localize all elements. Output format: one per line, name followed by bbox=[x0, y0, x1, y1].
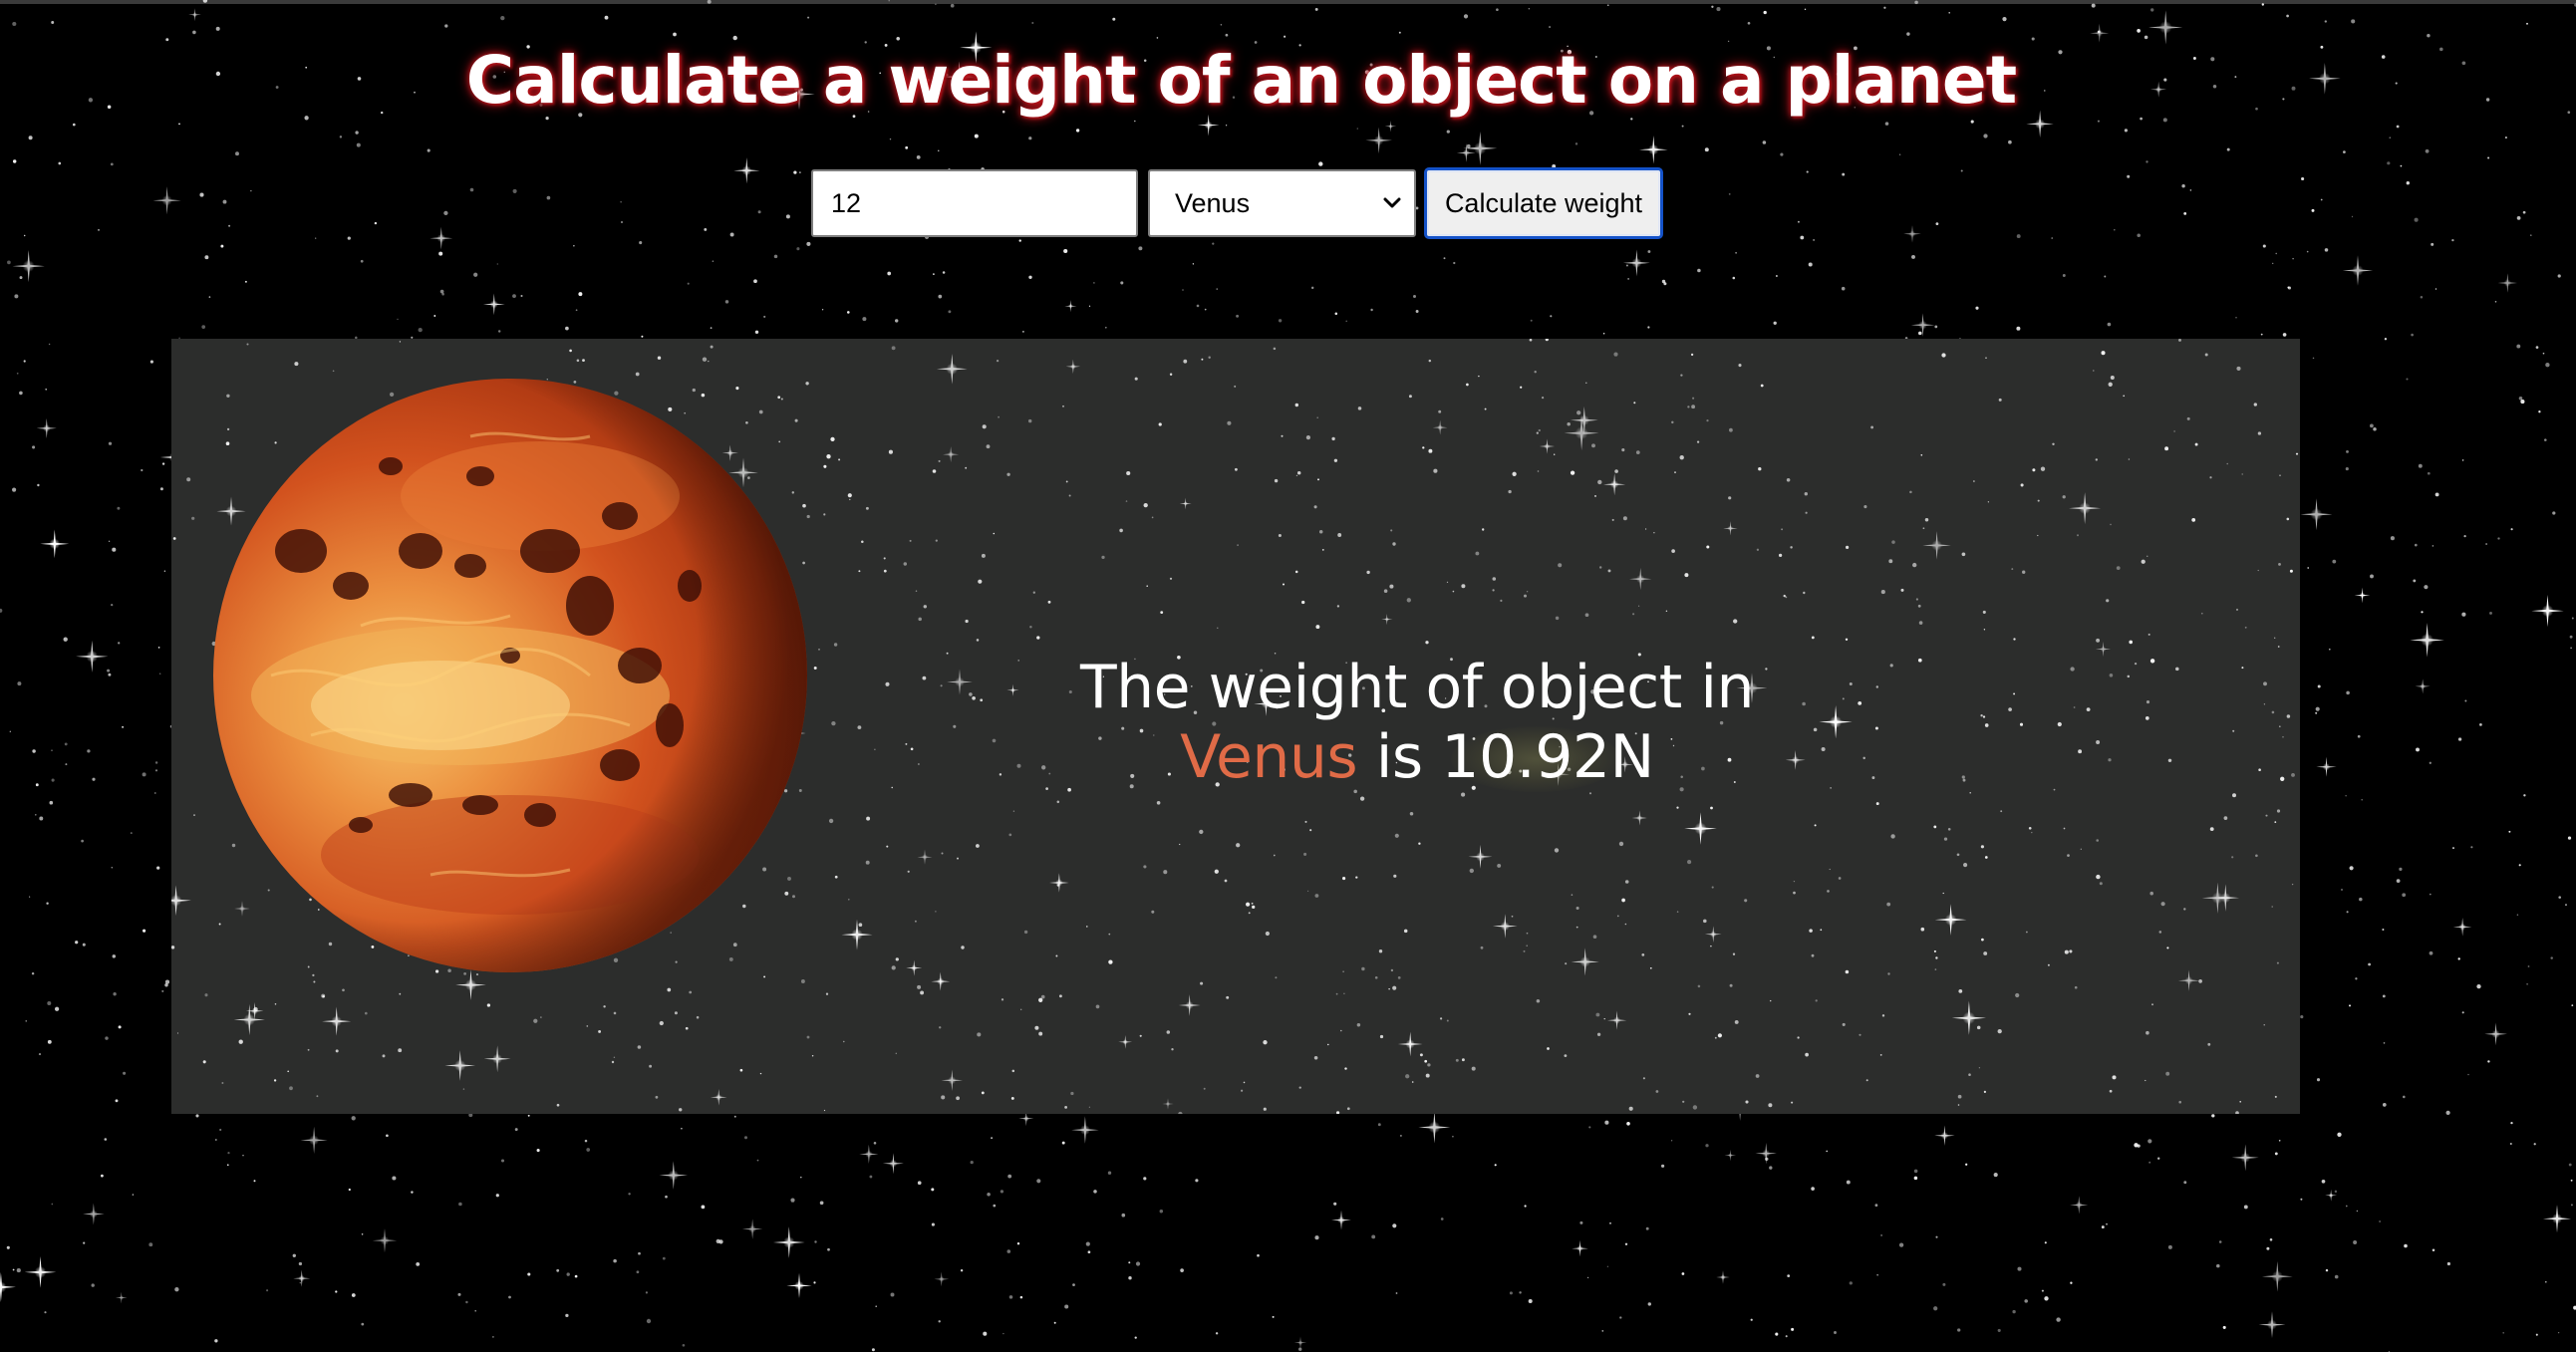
result-planet-name: Venus bbox=[1180, 722, 1358, 792]
planet-select-value: Venus bbox=[1175, 187, 1251, 218]
result-message: The weight of object in Venus is 10.92N bbox=[889, 653, 1945, 792]
result-line-2: Venus is 10.92N bbox=[889, 722, 1945, 792]
planet-select[interactable]: Venus bbox=[1148, 169, 1416, 237]
venus-planet-icon bbox=[213, 379, 807, 972]
result-weight: 10.92N bbox=[1441, 722, 1654, 792]
result-panel: The weight of object in Venus is 10.92N bbox=[171, 339, 2300, 1114]
weight-form: Venus Calculate weight bbox=[811, 167, 1663, 239]
app-page: Calculate a weight of an object on a pla… bbox=[0, 0, 2576, 1352]
calculate-weight-button[interactable]: Calculate weight bbox=[1424, 167, 1663, 239]
page-title: Calculate a weight of an object on a pla… bbox=[465, 42, 2017, 119]
chevron-down-icon bbox=[1383, 197, 1401, 208]
result-connector: is bbox=[1375, 722, 1423, 792]
result-line-1: The weight of object in bbox=[1079, 653, 1755, 722]
mass-input[interactable] bbox=[811, 169, 1138, 237]
result-weight-value: 10.92N bbox=[1441, 722, 1654, 792]
